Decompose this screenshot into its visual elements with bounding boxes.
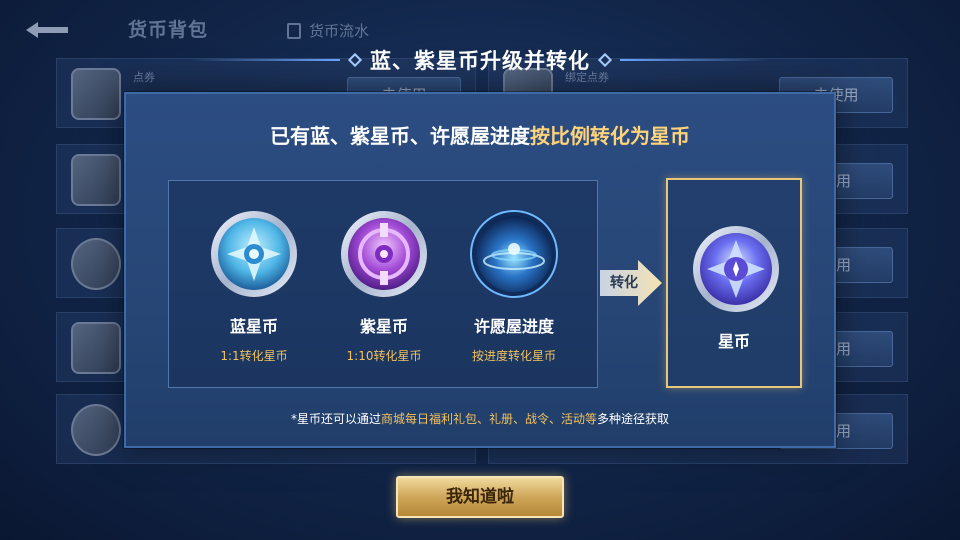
coin-rate: 1:1转化星币 — [220, 349, 288, 363]
points-coin-icon — [71, 238, 121, 290]
dialog-title-bar: 蓝、紫星币升级并转化 — [0, 42, 960, 78]
heading-highlight: 按比例转化为 — [530, 124, 650, 148]
source-currencies-panel: 蓝星币 1:1转化星币 紫星币 1:10转化星币 许愿屋进度 按进度转化星币 — [168, 180, 598, 388]
dialog-title: 蓝、紫星币升级并转化 — [370, 49, 590, 73]
coin-name: 许愿屋进度 — [473, 317, 554, 336]
target-currency-panel: 星币 — [666, 178, 802, 388]
wish-house-progress-icon — [470, 210, 558, 298]
source-item-blue-coin: 蓝星币 1:1转化星币 — [189, 209, 319, 364]
diamond-ornament-icon — [347, 52, 363, 68]
diamond-ornament-icon — [597, 52, 613, 68]
target-coin-name: 星币 — [717, 332, 750, 351]
coin-rate: 1:10转化星币 — [346, 349, 422, 363]
tab-currency-flow[interactable]: 货币流水 — [287, 20, 369, 41]
footnote-suffix: 多种途径获取 — [597, 412, 670, 426]
confirm-button[interactable]: 我知道啦 — [396, 476, 564, 518]
purple-star-coin-icon — [341, 211, 427, 297]
title-divider-left — [190, 59, 340, 61]
coin-rate: 按进度转化星币 — [471, 349, 556, 363]
dialog-heading: 已有蓝、紫星币、许愿屋进度按比例转化为星币 — [126, 120, 834, 149]
title-divider-right — [620, 59, 770, 61]
source-item-purple-coin: 紫星币 1:10转化星币 — [319, 209, 449, 364]
limited-time-icon — [71, 154, 121, 206]
blue-star-coin-icon — [211, 211, 297, 297]
conversion-dialog: 已有蓝、紫星币、许愿屋进度按比例转化为星币 蓝星币 1:1转化星币 紫星币 1:… — [124, 92, 836, 448]
coin-name: 紫星币 — [359, 317, 408, 336]
back-button[interactable] — [22, 18, 74, 42]
tab-currency-flow-label: 货币流水 — [309, 22, 370, 40]
heading-accent: 星币 — [650, 124, 690, 148]
convert-label: 转化 — [610, 275, 638, 291]
coin-name: 蓝星币 — [229, 317, 278, 336]
trophy-icon — [71, 322, 121, 374]
source-item-wish-house: 许愿屋进度 按进度转化星币 — [449, 209, 579, 364]
heading-text: 已有蓝、紫星币、许愿屋进度 — [270, 124, 530, 148]
ledger-icon — [287, 22, 301, 39]
footnote-prefix: *星币还可以通过 — [290, 412, 381, 426]
s-coin-icon — [71, 404, 121, 456]
page-title: 货币背包 — [128, 19, 209, 41]
star-coin-icon — [693, 226, 779, 312]
footnote-highlight: 商城每日福利礼包、礼册、战令、活动等 — [380, 412, 597, 426]
footnote: *星币还可以通过商城每日福利礼包、礼册、战令、活动等多种途径获取 — [126, 410, 834, 427]
back-arrow-icon — [26, 22, 68, 38]
